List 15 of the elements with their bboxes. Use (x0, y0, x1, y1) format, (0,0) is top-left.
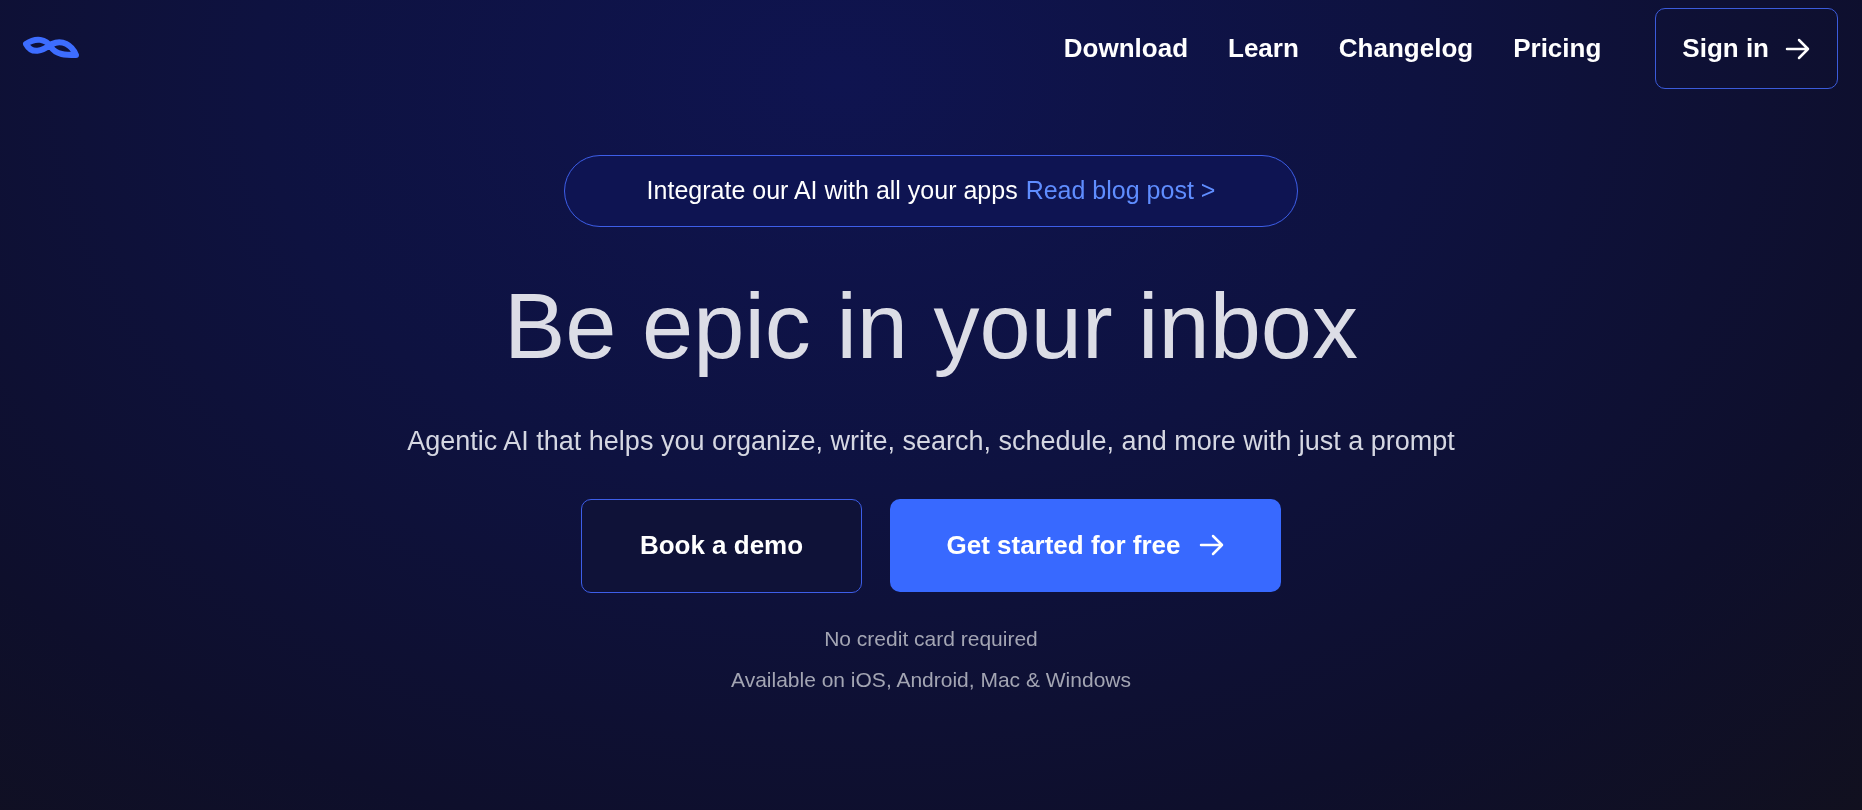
arrow-right-icon (1785, 36, 1811, 61)
arrow-right-icon (1198, 533, 1225, 557)
note-text: Available on iOS, Android, Mac & Windows (731, 667, 1131, 693)
nav-link[interactable]: Download (1063, 29, 1189, 68)
nav-link[interactable]: Changelog (1338, 29, 1474, 68)
get-started-button[interactable]: Get started for free (890, 498, 1281, 592)
hero-heading: Be epic in your inbox (503, 274, 1359, 379)
announcement-text: Integrate our AI with all your apps (646, 175, 1018, 207)
book-demo-button[interactable]: Book a demo (581, 498, 862, 593)
blog-post-link[interactable]: Read blog post > (1025, 172, 1216, 210)
nav-link[interactable]: Learn (1228, 29, 1299, 68)
nav-link[interactable]: Pricing (1513, 29, 1602, 68)
hero-subtitle: Agentic AI that helps you organize, write, search, schedule, and more with just a prompt (407, 425, 1455, 458)
sign-in-button[interactable]: Sign in (1655, 8, 1838, 89)
note-text: No credit card required (824, 625, 1038, 652)
